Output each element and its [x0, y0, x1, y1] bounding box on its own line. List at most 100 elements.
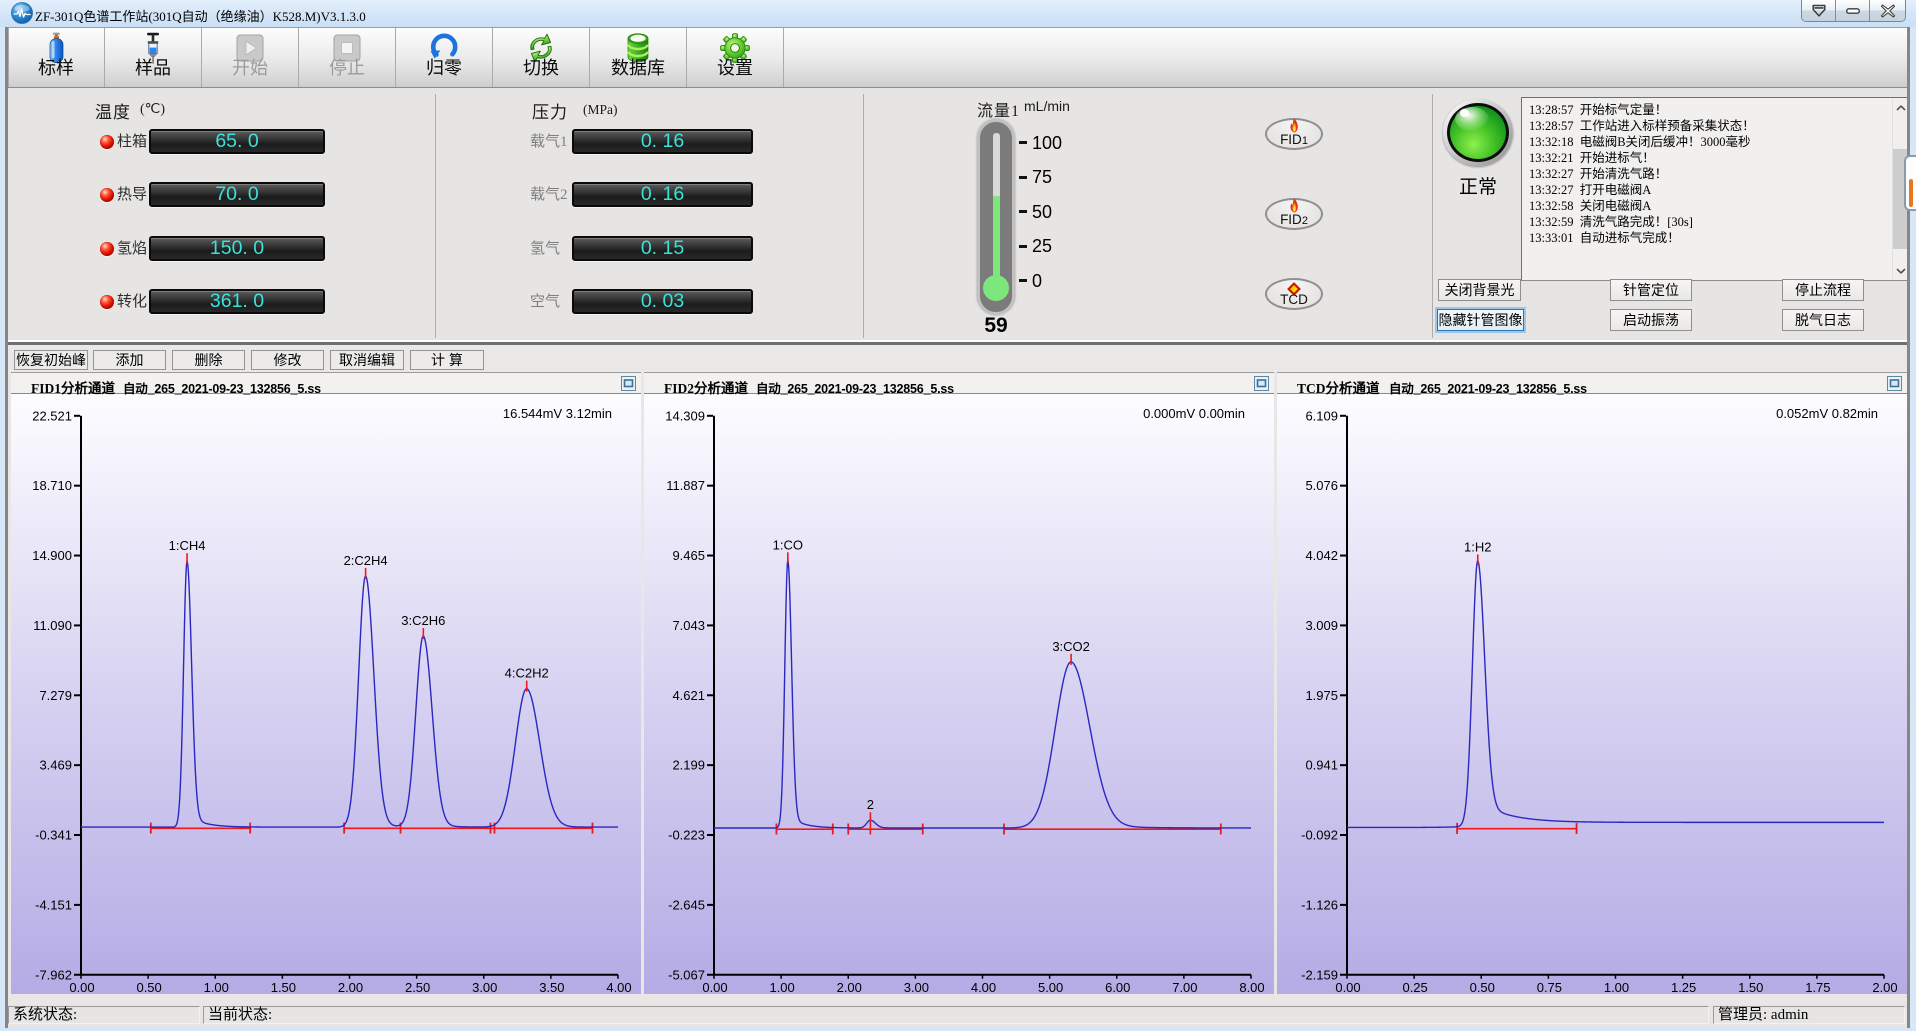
toolbar-button-settings[interactable]: 设置: [687, 28, 784, 87]
cancel-edit-button[interactable]: 取消编辑: [330, 350, 404, 370]
admin-cell: 管理员: admin: [1713, 1006, 1905, 1024]
svg-text:1.25: 1.25: [1671, 980, 1696, 994]
svg-text:2.00: 2.00: [1872, 980, 1897, 994]
svg-text:-4.151: -4.151: [35, 897, 72, 912]
flow-gauge-tick-label: 100: [1032, 133, 1062, 154]
chart-header-fid2: FID2分析通道 自动_265_2021-09-23_132856_5.ss: [644, 372, 1274, 394]
status-led-glint: [1460, 109, 1469, 117]
toolbar-button-standard-sample[interactable]: 标样: [8, 28, 105, 87]
svg-text:3:CO2: 3:CO2: [1052, 639, 1090, 654]
minimize-button[interactable]: [1836, 0, 1870, 22]
toolbar-button-switch[interactable]: 切换: [493, 28, 590, 87]
chromatogram-fid2[interactable]: 14.30911.8879.4657.0434.6212.199-0.223-2…: [644, 394, 1274, 994]
chart-header-fid1: FID1分析通道 自动_265_2021-09-23_132856_5.ss: [11, 372, 641, 394]
window-title: ZF-301Q色谱工作站(301Q自动（绝缘油）K528.M)V3.1.3.0: [35, 6, 366, 25]
detector-label-text: FID: [1280, 132, 1302, 147]
temperature-led: [100, 295, 114, 309]
calculate-button[interactable]: 计 算: [410, 350, 484, 370]
toolbar-button-zero[interactable]: 归零: [396, 28, 493, 87]
toolbar: 标样 样品 开始 停止 归零 切换: [8, 27, 1907, 88]
svg-text:6.00: 6.00: [1105, 980, 1130, 994]
delete-peak-button[interactable]: 删除: [172, 350, 245, 370]
chart-title: FID2分析通道: [664, 377, 748, 397]
flow-gauge-bulb: [983, 275, 1009, 301]
temperature-led: [100, 188, 114, 202]
start-oscillation-button[interactable]: 启动振荡: [1610, 309, 1692, 331]
svg-text:0.052mV 0.82min: 0.052mV 0.82min: [1776, 406, 1878, 421]
statusbar: 系统状态: 当前状态: 管理员: admin: [8, 1004, 1907, 1028]
app-window: ZF-301Q色谱工作站(301Q自动（绝缘油）K528.M)V3.1.3.0: [0, 0, 1916, 1031]
edge-slider-handle[interactable]: [1904, 155, 1916, 211]
maximize-chart-icon[interactable]: [1254, 376, 1269, 391]
maximize-chart-icon[interactable]: [1887, 376, 1902, 391]
flow-title: 流量1: [977, 97, 1020, 121]
svg-text:-0.223: -0.223: [668, 828, 705, 843]
toolbar-button-database[interactable]: 数据库: [590, 28, 687, 87]
svg-text:3.009: 3.009: [1305, 618, 1338, 633]
temperature-title: 温度: [95, 98, 131, 123]
maximize-chart-icon[interactable]: [621, 376, 636, 391]
svg-text:-2.645: -2.645: [668, 897, 705, 912]
close-backlight-button[interactable]: 关闭背景光: [1438, 279, 1521, 301]
panel-divider: [863, 94, 864, 338]
flow-gauge-tick: [1019, 141, 1027, 144]
detector-label-subscript: 1: [1302, 135, 1308, 147]
svg-text:2.50: 2.50: [405, 980, 430, 994]
svg-text:3.00: 3.00: [904, 980, 929, 994]
temperature-value-display: 361. 0: [149, 289, 325, 314]
temperature-row-label: 热导: [117, 183, 147, 204]
app-logo-icon: [11, 2, 33, 24]
svg-text:1.50: 1.50: [1738, 980, 1763, 994]
add-peak-button[interactable]: 添加: [93, 350, 166, 370]
hide-needle-image-button[interactable]: 隐藏针管图像: [1437, 309, 1524, 331]
detector-fid1-button[interactable]: FID1: [1265, 118, 1323, 150]
svg-text:-7.962: -7.962: [35, 967, 72, 982]
svg-text:3.50: 3.50: [539, 980, 564, 994]
chromatogram-fid1[interactable]: 22.52118.71014.90011.0907.2793.469-0.341…: [11, 394, 641, 994]
event-log-lines: 13:28:57 开始标气定量！ 13:28:57 工作站进入标样预备采集状态！…: [1529, 102, 1890, 246]
svg-text:14.309: 14.309: [665, 408, 705, 423]
detector-label-subscript: 2: [1302, 215, 1308, 227]
svg-text:16.544mV 3.12min: 16.544mV 3.12min: [503, 406, 612, 421]
toolbar-button-label: 切换: [493, 54, 589, 80]
svg-text:2.199: 2.199: [672, 758, 705, 773]
svg-text:4.00: 4.00: [971, 980, 996, 994]
stop-process-button[interactable]: 停止流程: [1782, 279, 1864, 301]
detector-fid2-button[interactable]: FID2: [1265, 198, 1323, 230]
panel-divider: [435, 94, 436, 338]
flow-gauge-tick-label: 50: [1032, 202, 1052, 223]
detector-tcd-button[interactable]: TCD: [1265, 278, 1323, 310]
modify-peak-button[interactable]: 修改: [251, 350, 324, 370]
flow-gauge-tick: [1019, 176, 1027, 179]
close-button[interactable]: [1870, 0, 1905, 22]
toolbar-button-label: 设置: [687, 54, 783, 80]
edge-slider-thumb[interactable]: [1909, 179, 1913, 207]
svg-text:8.00: 8.00: [1239, 980, 1264, 994]
flow-value: 59: [963, 314, 1029, 338]
detector-label-text: TCD: [1280, 292, 1308, 307]
svg-text:1.50: 1.50: [271, 980, 296, 994]
event-log[interactable]: 13:28:57 开始标气定量！ 13:28:57 工作站进入标样预备采集状态！…: [1521, 97, 1911, 281]
flow-gauge-tick: [1019, 279, 1027, 282]
toolbar-button-stop[interactable]: 停止: [299, 28, 396, 87]
needle-position-button[interactable]: 针管定位: [1610, 279, 1692, 301]
degas-log-button[interactable]: 脱气日志: [1782, 309, 1864, 331]
chromatogram-tcd[interactable]: 6.1095.0764.0423.0091.9750.941-0.092-1.1…: [1277, 394, 1907, 994]
svg-text:-2.159: -2.159: [1301, 967, 1338, 982]
restore-initial-peaks-button[interactable]: 恢复初始峰: [14, 350, 88, 370]
chart-header-tcd: TCD分析通道 自动_265_2021-09-23_132856_5.ss: [1277, 372, 1907, 394]
toolbar-button-sample[interactable]: 样品: [105, 28, 202, 87]
temperature-row-label: 氢焰: [117, 237, 147, 258]
pressure-title: 压力: [532, 98, 568, 123]
toolbar-button-label: 样品: [105, 54, 201, 80]
svg-text:0.75: 0.75: [1537, 980, 1562, 994]
svg-text:0.50: 0.50: [136, 980, 161, 994]
rollup-button[interactable]: [1802, 0, 1836, 22]
svg-text:2:C2H4: 2:C2H4: [344, 553, 388, 568]
svg-text:0.00: 0.00: [702, 980, 727, 994]
flow-gauge-tick: [1019, 210, 1027, 213]
minimize-icon: [1846, 8, 1860, 14]
toolbar-button-start[interactable]: 开始: [202, 28, 299, 87]
flame-icon: [1289, 118, 1300, 133]
pressure-unit: (MPa): [583, 102, 618, 118]
